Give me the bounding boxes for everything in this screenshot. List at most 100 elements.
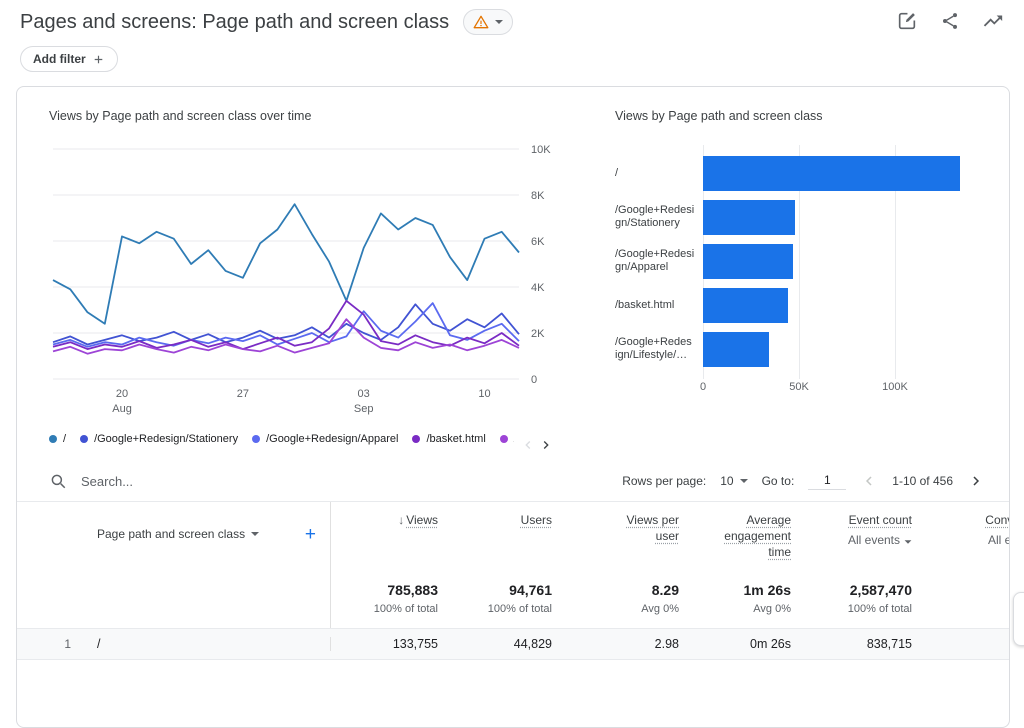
search-input[interactable]	[79, 473, 303, 490]
total-value: 1m 26s	[679, 582, 791, 598]
legend-prev-icon[interactable]	[520, 437, 536, 453]
table-header-row: Page path and screen class + ↓Views Users…	[17, 502, 1009, 566]
bar-chart-panel: Views by Page path and screen class / /Go…	[615, 109, 995, 397]
x-axis-label: 10	[478, 388, 490, 400]
y-axis-label: 10K	[531, 144, 551, 156]
pagination-range: 1-10 of 456	[892, 474, 953, 488]
legend-item[interactable]: /	[49, 433, 66, 445]
report-card: Views by Page path and screen class over…	[16, 86, 1010, 728]
column-header-label: engagement	[724, 529, 791, 543]
x-axis-sublabel: Aug	[112, 403, 132, 415]
bar-category-label: /basket.html	[615, 299, 703, 312]
add-dimension-button[interactable]: +	[305, 525, 316, 544]
table-row[interactable]: 1 / 133,75544,8292.980m 26s838,715	[17, 628, 1009, 660]
totals-cell: 2,587,470100% of total	[791, 566, 912, 628]
total-subtext: Avg 0%	[552, 603, 679, 615]
rows-per-page-value: 10	[720, 474, 733, 488]
total-value: 8.29	[552, 582, 679, 598]
next-page-icon[interactable]	[967, 472, 985, 490]
plus-icon	[92, 53, 105, 66]
bar-category-label: /Google+Redesi gn/Stationery	[615, 204, 703, 230]
x-axis-label: 20	[116, 388, 128, 400]
legend-item[interactable]: /Google+Redesign/Lifestyle	[500, 433, 514, 445]
search-icon	[49, 472, 67, 490]
bar-row: /Google+Redesi gn/Apparel	[615, 239, 995, 283]
column-header-views[interactable]: ↓Views	[331, 502, 438, 566]
y-axis-label: 4K	[531, 282, 545, 294]
add-filter-button[interactable]: Add filter	[20, 46, 118, 72]
detail-table-section: Rows per page: 10 Go to: 1-10 of 456 P	[17, 461, 1009, 660]
pagination-controls: Rows per page: 10 Go to: 1-10 of 456	[622, 472, 985, 490]
chevron-down-icon	[251, 532, 259, 536]
bar-category-label: /	[615, 167, 703, 180]
bar-axis: 050K100K	[615, 381, 995, 397]
line-series	[53, 303, 519, 347]
total-subtext: 100% of total	[331, 603, 438, 615]
y-axis-label: 6K	[531, 236, 545, 248]
column-header-label: Conversions	[985, 513, 1010, 527]
rows-per-page-select[interactable]: 10	[720, 474, 747, 488]
bar-chart-title: Views by Page path and screen class	[615, 109, 995, 123]
bar-row: /basket.html	[615, 283, 995, 327]
column-header-viewsper-user[interactable]: Views peruser	[552, 502, 679, 566]
bar[interactable]	[703, 244, 793, 279]
data-quality-chip[interactable]	[463, 9, 513, 35]
legend-label: /Google+Redesign/Apparel	[266, 433, 398, 445]
rows-per-page-label: Rows per page:	[622, 474, 706, 488]
legend-item[interactable]: /Google+Redesign/Stationery	[80, 433, 238, 445]
legend-dot-icon	[412, 435, 420, 443]
y-axis-label: 8K	[531, 190, 545, 202]
column-header-users[interactable]: Users	[438, 502, 552, 566]
legend-item[interactable]: /basket.html	[412, 433, 485, 445]
customize-report-button[interactable]	[896, 10, 918, 35]
dimension-header-label: Page path and screen class	[97, 527, 245, 541]
bar[interactable]	[703, 156, 960, 191]
chevron-down-icon	[740, 479, 748, 483]
bar[interactable]	[703, 200, 795, 235]
previous-page-icon[interactable]	[860, 472, 878, 490]
scrollbar-thumb[interactable]	[1013, 592, 1024, 646]
cell-value: 44,829	[438, 637, 552, 651]
x-axis-label: 03	[358, 388, 370, 400]
total-subtext: 100% of total	[791, 603, 912, 615]
add-filter-label: Add filter	[33, 52, 86, 66]
event-scope-select[interactable]: All events	[988, 532, 1010, 548]
bar-rows: / /Google+Redesi gn/Stationery/Google+Red…	[615, 151, 995, 371]
column-header-eventcount[interactable]: Event count All events	[791, 502, 912, 566]
customize-report-icon	[896, 10, 918, 32]
goto-page-input[interactable]	[808, 472, 846, 490]
column-header-label: Users	[521, 513, 552, 527]
x-axis-sublabel: Sep	[354, 403, 374, 415]
totals-cell: 785,883100% of total	[331, 566, 438, 628]
line-series	[53, 204, 519, 324]
column-header-label: Event count	[849, 513, 912, 527]
bar-axis-label: 50K	[789, 381, 809, 393]
legend-label: /Google+Redesign/Stationery	[94, 433, 238, 445]
share-button[interactable]	[940, 11, 960, 34]
cell-value: 133,755	[331, 637, 438, 651]
insights-icon	[982, 10, 1004, 32]
bar[interactable]	[703, 288, 788, 323]
column-header-average-engagement-time[interactable]: Averageengagementtime	[679, 502, 791, 566]
chart-legend: / /Google+Redesign/Stationery/Google+Rede…	[49, 425, 554, 453]
bar[interactable]	[703, 332, 769, 367]
row-number: 1	[17, 637, 81, 651]
bar-category-label: /Google+Redes ign/Lifestyle/…	[615, 336, 703, 362]
goto-label: Go to:	[762, 474, 795, 488]
legend-next-icon[interactable]	[538, 437, 554, 453]
x-axis-label: 27	[237, 388, 249, 400]
column-header-label: user	[656, 529, 679, 543]
chevron-down-icon	[495, 20, 503, 24]
total-subtext: Avg 0%	[679, 603, 791, 615]
event-scope-select[interactable]: All events	[848, 532, 912, 548]
bar-chart: / /Google+Redesi gn/Stationery/Google+Red…	[615, 151, 995, 397]
column-header-conversions[interactable]: Conversions All events	[912, 502, 1010, 566]
column-header-label: time	[768, 545, 791, 559]
legend-dot-icon	[500, 435, 508, 443]
dimension-header[interactable]: Page path and screen class +	[81, 502, 331, 566]
warning-icon	[473, 14, 489, 30]
row-number-header	[17, 502, 81, 566]
legend-item[interactable]: /Google+Redesign/Apparel	[252, 433, 398, 445]
insights-button[interactable]	[982, 10, 1004, 35]
bar-row: /Google+Redesi gn/Stationery	[615, 195, 995, 239]
